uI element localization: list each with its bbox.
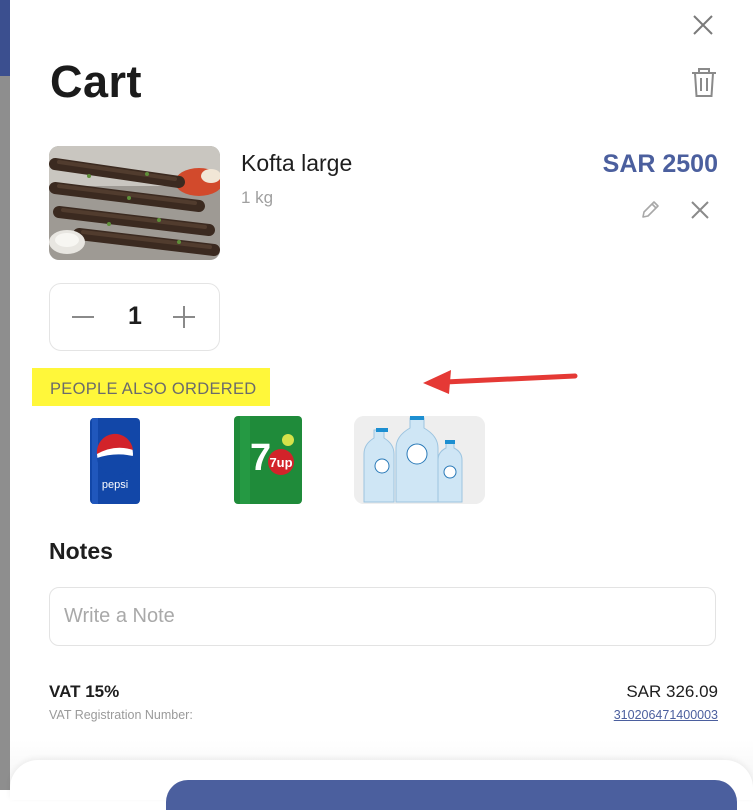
decrease-quantity-button[interactable] [70, 304, 96, 330]
kofta-product-image [49, 146, 220, 260]
remove-item-button[interactable] [688, 198, 712, 222]
suggestion-pepsi[interactable]: pepsi [80, 416, 150, 504]
item-price: SAR 2500 [602, 150, 718, 178]
7up-can-icon: 7 7up [234, 416, 302, 504]
vat-amount: SAR 326.09 [626, 682, 718, 701]
edit-item-button[interactable] [638, 198, 662, 222]
people-also-ordered-label: PEOPLE ALSO ORDERED [32, 368, 270, 406]
increase-quantity-button[interactable] [171, 304, 197, 330]
minus-icon [72, 316, 94, 318]
item-name: Kofta large [241, 150, 353, 176]
clear-cart-button[interactable] [686, 64, 722, 100]
quantity-stepper: 1 [49, 283, 220, 351]
close-button[interactable] [690, 12, 716, 38]
people-also-ordered-text: PEOPLE ALSO ORDERED [50, 380, 257, 398]
vat-registration-number-link[interactable]: 310206471400003 [614, 708, 718, 722]
cart-panel: Cart Kofta large 1 kg SAR 2500 1 PEOPLE … [10, 0, 753, 810]
suggestion-7up[interactable]: 7 7up [232, 416, 304, 504]
vat-label: VAT 15% [49, 682, 120, 701]
pepsi-brand-text: pepsi [102, 479, 128, 491]
checkout-button[interactable] [166, 780, 737, 810]
pencil-icon [642, 201, 659, 218]
suggestion-water[interactable] [354, 416, 485, 504]
item-weight: 1 kg [241, 188, 274, 207]
background-header-edge [0, 0, 10, 76]
pepsi-can-icon: pepsi [90, 418, 140, 504]
svg-text:7: 7 [250, 437, 271, 479]
close-icon [693, 15, 713, 35]
notes-input[interactable] [49, 587, 716, 646]
plus-icon [173, 306, 195, 328]
quantity-value: 1 [128, 302, 142, 330]
water-bottles-icon [354, 416, 485, 504]
vat-registration-label: VAT Registration Number: [49, 708, 193, 722]
cart-title: Cart [50, 56, 143, 107]
background-page-edge [0, 0, 10, 790]
7up-brand-text: 7up [269, 455, 292, 470]
notes-title: Notes [49, 538, 113, 564]
red-arrow-annotation [423, 370, 578, 394]
trash-icon [692, 68, 716, 97]
close-icon [691, 201, 709, 219]
